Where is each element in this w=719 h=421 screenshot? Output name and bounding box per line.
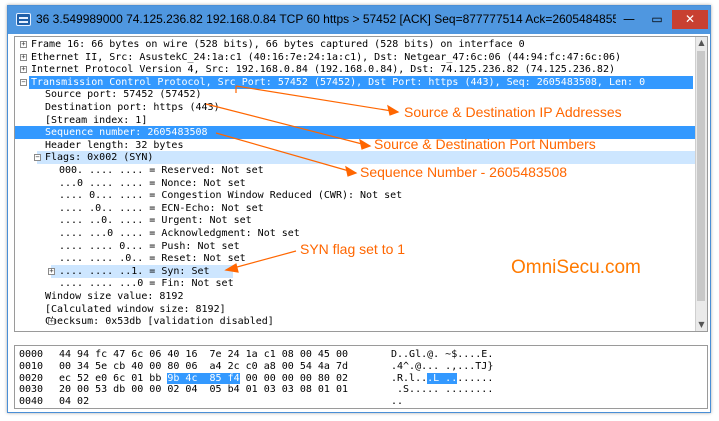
ip-arrow-line xyxy=(235,85,399,113)
syn-arrow-head-icon xyxy=(224,263,239,273)
port-arrow-head-icon xyxy=(359,138,372,150)
annotation-sequence-number: Sequence Number - 2605483508 xyxy=(360,164,568,180)
annotation-arrows xyxy=(205,85,400,273)
annotation-ip-addresses: Source & Destination IP Addresses xyxy=(404,104,622,120)
annotation-port-numbers: Source & Destination Port Numbers xyxy=(374,136,596,152)
seq-arrow-head-icon xyxy=(345,165,358,177)
port-arrow-line xyxy=(205,103,371,147)
annotation-syn-flag: SYN flag set to 1 xyxy=(300,241,406,257)
seq-arrow-line xyxy=(215,132,357,174)
omnisecu-watermark: OmniSecu.com xyxy=(511,257,641,278)
ip-arrow-head-icon xyxy=(387,104,400,116)
